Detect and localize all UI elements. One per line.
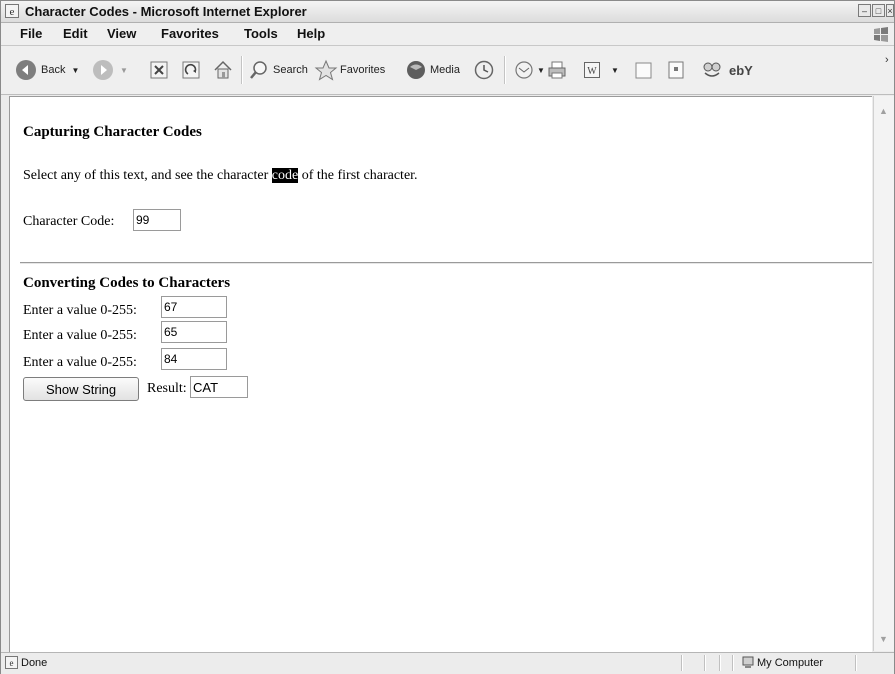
media-label: Media xyxy=(430,64,460,76)
research-button[interactable] xyxy=(701,58,723,82)
char-code-field[interactable] xyxy=(133,209,181,231)
svg-text:W: W xyxy=(587,66,597,77)
status-divider xyxy=(855,655,857,671)
forward-icon xyxy=(93,60,113,80)
toolbar-overflow-chevron-icon[interactable]: › xyxy=(885,54,889,66)
home-icon xyxy=(214,60,232,79)
value-input-2[interactable] xyxy=(161,321,227,343)
minimize-button[interactable]: – xyxy=(858,4,871,17)
menu-file[interactable]: File xyxy=(20,26,42,41)
maximize-button[interactable]: □ xyxy=(872,4,885,17)
scroll-up-arrow-icon[interactable]: ▲ xyxy=(879,106,888,116)
selected-text[interactable]: code xyxy=(271,168,299,183)
status-divider xyxy=(732,655,734,671)
close-button[interactable]: × xyxy=(886,4,894,17)
media-button[interactable]: Media xyxy=(405,58,460,82)
favorites-button[interactable]: Favorites xyxy=(314,58,385,82)
title-bar: e Character Codes - Microsoft Internet E… xyxy=(1,1,894,23)
favorites-label: Favorites xyxy=(340,64,386,76)
svg-text:e: e xyxy=(10,658,14,668)
search-button[interactable]: Search xyxy=(248,58,308,82)
refresh-icon xyxy=(182,61,200,79)
svg-text:e: e xyxy=(10,6,15,18)
result-label: Result: xyxy=(147,381,187,396)
back-label: Back xyxy=(41,64,66,76)
result-field[interactable] xyxy=(190,376,248,398)
windows-flag-icon xyxy=(874,27,888,42)
status-divider xyxy=(719,655,721,671)
research-icon xyxy=(703,62,721,77)
ebay-icon: ebY xyxy=(729,62,753,78)
history-icon xyxy=(474,60,494,80)
back-button[interactable]: Back ▼ xyxy=(15,58,79,82)
paragraph-text-after: of the first character. xyxy=(298,168,418,183)
my-computer-icon xyxy=(742,656,754,668)
messenger-button[interactable] xyxy=(666,58,686,82)
search-icon xyxy=(250,61,267,79)
instruction-paragraph: Select any of this text, and see the cha… xyxy=(23,168,418,184)
security-zone-label: My Computer xyxy=(757,657,824,669)
menu-view[interactable]: View xyxy=(107,26,136,41)
word-icon: W xyxy=(584,62,600,78)
status-text: Done xyxy=(21,657,48,669)
value-label-1: Enter a value 0-255: xyxy=(23,303,137,318)
menu-tools[interactable]: Tools xyxy=(244,26,278,41)
search-label: Search xyxy=(273,64,308,76)
value-label-3: Enter a value 0-255: xyxy=(23,355,137,370)
stop-button[interactable] xyxy=(149,58,169,82)
discuss-icon xyxy=(635,62,652,79)
section-heading-capturing: Capturing Character Codes xyxy=(23,124,202,140)
paragraph-text-before: Select any of this text, and see the cha… xyxy=(23,168,272,183)
horizontal-rule xyxy=(20,262,872,264)
section-heading-converting: Converting Codes to Characters xyxy=(23,275,231,291)
char-code-label: Character Code: xyxy=(23,214,115,229)
back-dropdown-icon[interactable]: ▼ xyxy=(71,66,79,75)
page-done-icon: e xyxy=(5,656,18,669)
value-input-3[interactable] xyxy=(161,348,227,370)
home-button[interactable] xyxy=(212,58,234,82)
favorites-star-icon xyxy=(314,59,338,81)
menu-favorites[interactable]: Favorites xyxy=(161,26,219,41)
discuss-button[interactable] xyxy=(634,58,654,82)
mail-button[interactable]: ▼ xyxy=(513,58,545,82)
mail-dropdown-icon[interactable]: ▼ xyxy=(537,66,545,75)
window-title: Character Codes - Microsoft Internet Exp… xyxy=(25,4,307,19)
page-content: Capturing Character Codes Select any of … xyxy=(9,96,872,652)
stop-icon xyxy=(150,61,168,79)
forward-dropdown-icon[interactable]: ▼ xyxy=(120,66,128,75)
toolbar-separator xyxy=(504,56,506,84)
menu-help[interactable]: Help xyxy=(297,26,325,41)
word-button[interactable]: W ▼ xyxy=(583,58,619,82)
ebay-button[interactable]: ebY xyxy=(729,58,753,82)
vertical-scrollbar[interactable]: ▲ ▼ xyxy=(873,96,894,651)
messenger-icon xyxy=(668,61,684,79)
status-divider xyxy=(704,655,706,671)
history-button[interactable] xyxy=(473,58,495,82)
browser-window: e Character Codes - Microsoft Internet E… xyxy=(0,0,895,674)
print-button[interactable] xyxy=(546,58,568,82)
status-divider xyxy=(681,655,683,671)
toolbar: Back ▼ ▼ Search Favorites Media ▼ W ▼ eb… xyxy=(1,46,894,95)
status-bar: e Done My Computer xyxy=(1,652,894,674)
print-icon xyxy=(548,61,566,79)
toolbar-separator xyxy=(241,56,243,84)
show-string-button[interactable]: Show String xyxy=(23,377,139,401)
ie-logo-icon: e xyxy=(5,4,19,18)
scroll-down-arrow-icon[interactable]: ▼ xyxy=(879,634,888,644)
mail-icon xyxy=(515,61,533,79)
word-dropdown-icon[interactable]: ▼ xyxy=(611,66,619,75)
menu-edit[interactable]: Edit xyxy=(63,26,88,41)
value-input-1[interactable] xyxy=(161,296,227,318)
refresh-button[interactable] xyxy=(181,58,201,82)
back-icon xyxy=(16,60,36,80)
value-label-2: Enter a value 0-255: xyxy=(23,328,137,343)
menu-bar: File Edit View Favorites Tools Help xyxy=(1,23,894,46)
media-icon xyxy=(407,61,425,79)
forward-button[interactable]: ▼ xyxy=(92,58,128,82)
